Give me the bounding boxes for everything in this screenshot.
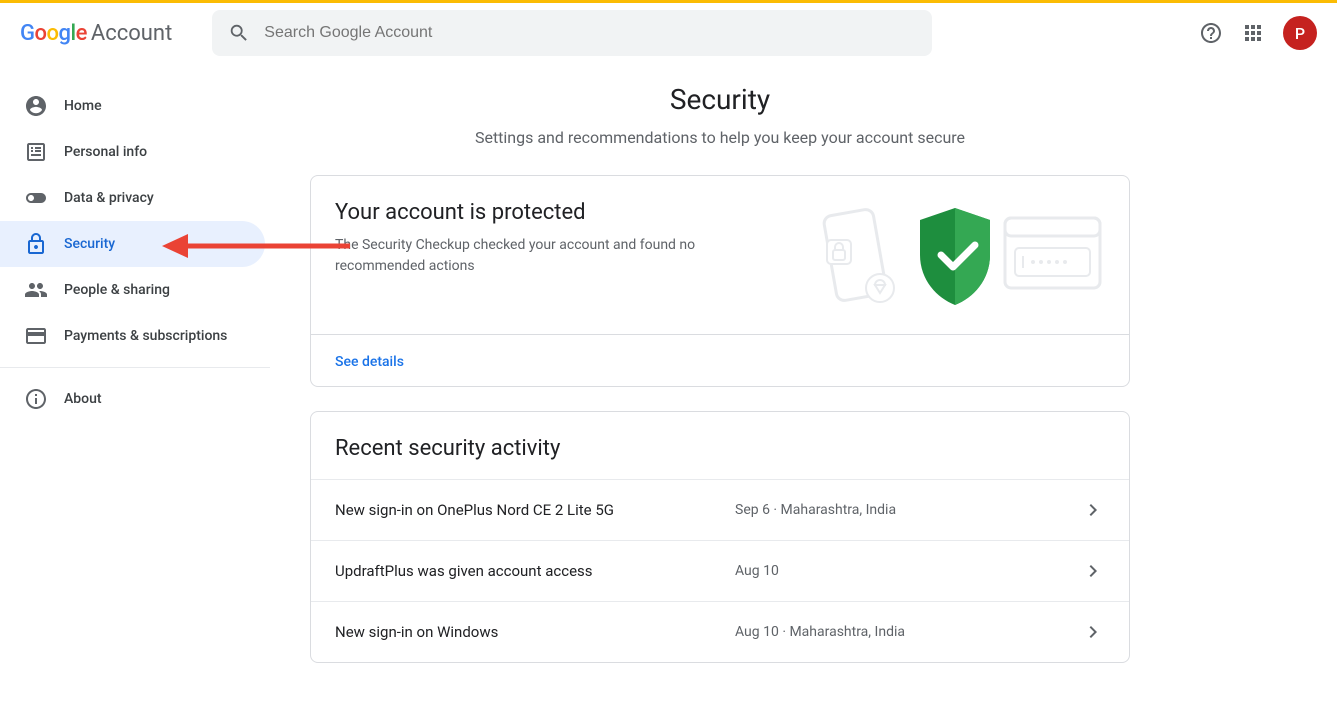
lock-icon <box>24 232 48 256</box>
sidebar-item-label: People & sharing <box>64 282 170 298</box>
help-icon[interactable] <box>1199 21 1223 45</box>
protection-title: Your account is protected <box>335 200 805 225</box>
sidebar-item-people-sharing[interactable]: People & sharing <box>0 267 265 313</box>
main-content: Security Settings and recommendations to… <box>270 63 1170 707</box>
nav-divider <box>0 367 270 368</box>
credit-card-icon <box>24 324 48 348</box>
account-label: Account <box>91 21 172 46</box>
sidebar-item-label: Personal info <box>64 144 147 160</box>
sidebar-item-home[interactable]: Home <box>0 83 265 129</box>
page-subtitle: Settings and recommendations to help you… <box>310 128 1130 147</box>
google-account-logo[interactable]: Google Account <box>20 21 172 46</box>
sidebar-item-label: Payments & subscriptions <box>64 328 227 344</box>
protection-desc: The Security Checkup checked your accoun… <box>335 235 755 277</box>
activity-meta: Aug 10 · Maharashtra, India <box>735 624 1081 640</box>
activity-meta: Sep 6 · Maharashtra, India <box>735 502 1081 518</box>
people-icon <box>24 278 48 302</box>
activity-row[interactable]: New sign-in on Windows Aug 10 · Maharash… <box>311 601 1129 662</box>
apps-icon[interactable] <box>1241 21 1265 45</box>
activity-card: Recent security activity New sign-in on … <box>310 411 1130 663</box>
activity-text: UpdraftPlus was given account access <box>335 562 735 580</box>
protection-illustration <box>805 200 1105 310</box>
search-bar[interactable] <box>212 10 932 56</box>
activity-meta: Aug 10 <box>735 563 1081 579</box>
sidebar-item-security[interactable]: Security <box>0 221 265 267</box>
sidebar-item-label: Home <box>64 98 102 114</box>
google-logo: Google <box>20 21 87 46</box>
sidebar-item-personal-info[interactable]: Personal info <box>0 129 265 175</box>
sidebar-item-label: Security <box>64 236 115 252</box>
page-title: Security <box>310 83 1130 116</box>
sidebar-item-label: About <box>64 391 102 407</box>
account-circle-icon <box>24 94 48 118</box>
activity-text: New sign-in on OnePlus Nord CE 2 Lite 5G <box>335 501 735 519</box>
chevron-right-icon <box>1081 498 1105 522</box>
sidebar-item-about[interactable]: About <box>0 376 265 422</box>
id-card-icon <box>24 140 48 164</box>
sidebar-item-payments[interactable]: Payments & subscriptions <box>0 313 265 359</box>
chevron-right-icon <box>1081 559 1105 583</box>
sidebar-item-data-privacy[interactable]: Data & privacy <box>0 175 265 221</box>
see-details-link[interactable]: See details <box>335 354 404 370</box>
activity-row[interactable]: UpdraftPlus was given account access Aug… <box>311 540 1129 601</box>
toggle-icon <box>24 186 48 210</box>
chevron-right-icon <box>1081 620 1105 644</box>
avatar[interactable]: P <box>1283 16 1317 50</box>
activity-row[interactable]: New sign-in on OnePlus Nord CE 2 Lite 5G… <box>311 479 1129 540</box>
header-actions: P <box>1199 16 1317 50</box>
header: Google Account P <box>0 3 1337 63</box>
activity-text: New sign-in on Windows <box>335 623 735 641</box>
protection-card: Your account is protected The Security C… <box>310 175 1130 387</box>
search-icon <box>228 22 250 44</box>
sidebar-item-label: Data & privacy <box>64 190 154 206</box>
sidebar: Home Personal info Data & privacy Securi… <box>0 63 270 707</box>
activity-title: Recent security activity <box>311 436 1129 479</box>
info-icon <box>24 387 48 411</box>
search-input[interactable] <box>264 24 916 42</box>
